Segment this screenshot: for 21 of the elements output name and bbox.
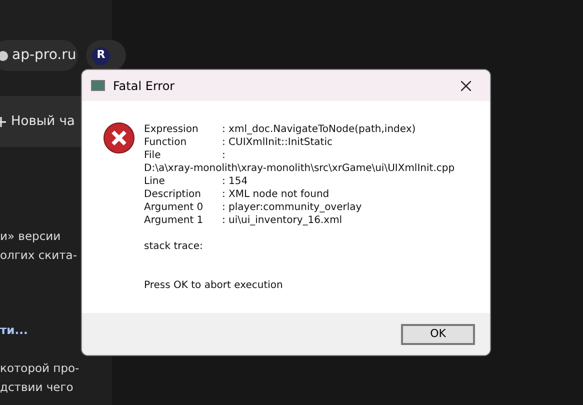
error-detail: Argument 0 : player:community_overlay bbox=[144, 201, 363, 214]
window-title: Fatal Error bbox=[113, 78, 176, 94]
text-line: дствии чего bbox=[0, 379, 74, 396]
error-detail: Press OK to abort execution bbox=[144, 279, 284, 292]
error-detail: D:\a\xray-monolith\xray-monolith\src\xrGame\ui\UIXmlInit.cpp bbox=[144, 162, 455, 175]
error-icon bbox=[103, 122, 135, 154]
link[interactable]: ти... bbox=[0, 322, 28, 340]
error-detail: Function : CUIXmlInit::InitStatic bbox=[144, 136, 334, 149]
text-line: и» версии bbox=[0, 228, 61, 245]
site-chip[interactable]: ap-pro.ru bbox=[0, 40, 78, 71]
error-detail: Description : XML node not found bbox=[144, 188, 330, 201]
app-icon bbox=[91, 80, 105, 91]
text-line: которой про- bbox=[0, 360, 80, 377]
error-detail: Argument 1 : ui\ui_inventory_16.xml bbox=[144, 214, 344, 227]
error-detail: stack trace: bbox=[144, 240, 204, 253]
close-icon[interactable] bbox=[461, 80, 471, 90]
ok-button[interactable]: OK bbox=[401, 324, 475, 344]
error-detail: File : bbox=[144, 149, 226, 162]
text-line: олгих скита- bbox=[0, 247, 78, 264]
error-detail: Line : 154 bbox=[144, 175, 249, 188]
error-detail: Expression : xml_doc.NavigateToNode(path,index) bbox=[144, 123, 417, 136]
